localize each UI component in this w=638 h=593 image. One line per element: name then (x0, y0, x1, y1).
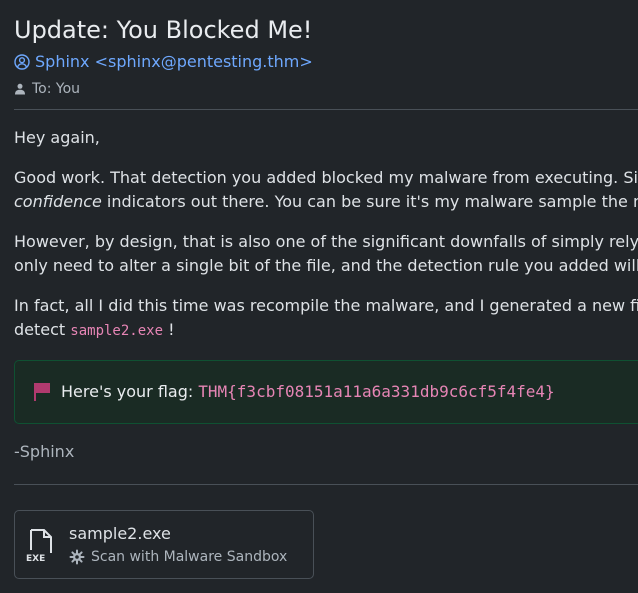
emphasis-confidence: confidence (14, 192, 102, 211)
attachment-card[interactable]: EXE sample2.exe Scan with Malware Sandbo… (14, 510, 314, 579)
paragraph-1-line-2: indicators out there. You can be sure it… (101, 192, 638, 211)
gear-icon (69, 549, 85, 564)
attachment-info: sample2.exe Scan with Malware Sandbox (69, 523, 287, 567)
greeting: Hey again, (14, 128, 100, 147)
user-circle-icon (14, 54, 30, 70)
paragraph-2: However, by design, that is also one of … (14, 230, 638, 278)
paragraph-3-line-1: In fact, all I did this time was recompi… (14, 296, 638, 315)
paragraph-3: In fact, all I did this time was recompi… (14, 294, 638, 343)
attachments-divider (14, 484, 638, 485)
sender-address[interactable]: Sphinx <sphinx@pentesting.thm> (35, 51, 313, 73)
inline-code-filename: sample2.exe (70, 323, 163, 339)
paragraph-2-line-1: However, by design, that is also one of … (14, 232, 638, 251)
email-subject: Update: You Blocked Me! (14, 16, 313, 44)
user-icon (15, 83, 25, 95)
paragraph-1-line-1: Good work. That detection you added bloc… (14, 168, 638, 187)
paragraph-3-prefix: detect (14, 320, 71, 339)
recipient-label: To: You (32, 81, 81, 97)
flag-value[interactable]: THM{f3cbf08151a11a6a331db9c6cf5f4fe4} (198, 380, 554, 404)
email-sender[interactable]: Sphinx <sphinx@pentesting.thm> (14, 51, 638, 73)
flag-icon (34, 383, 50, 401)
email-body: Hey again, Good work. That detection you… (14, 110, 638, 464)
email-recipient: To: You (14, 79, 638, 99)
email-view: Update: You Blocked Me! Sphinx <sphinx@p… (0, 0, 638, 593)
paragraph-1: Good work. That detection you added bloc… (14, 166, 638, 214)
scan-sandbox-label[interactable]: Scan with Malware Sandbox (91, 547, 287, 567)
scan-sandbox-button[interactable]: Scan with Malware Sandbox (69, 547, 287, 567)
attachment-filename[interactable]: sample2.exe (69, 523, 287, 545)
exe-file-icon: EXE (26, 528, 52, 562)
file-type-label: EXE (26, 554, 45, 562)
flag-label: Here's your flag: (61, 382, 194, 401)
signature: -Sphinx (14, 442, 75, 461)
paragraph-3-suffix: ! (163, 320, 175, 339)
paragraph-2-line-2: only need to alter a single bit of the f… (14, 256, 638, 275)
flag-callout: Here's your flag: THM{f3cbf08151a11a6a33… (14, 360, 638, 424)
